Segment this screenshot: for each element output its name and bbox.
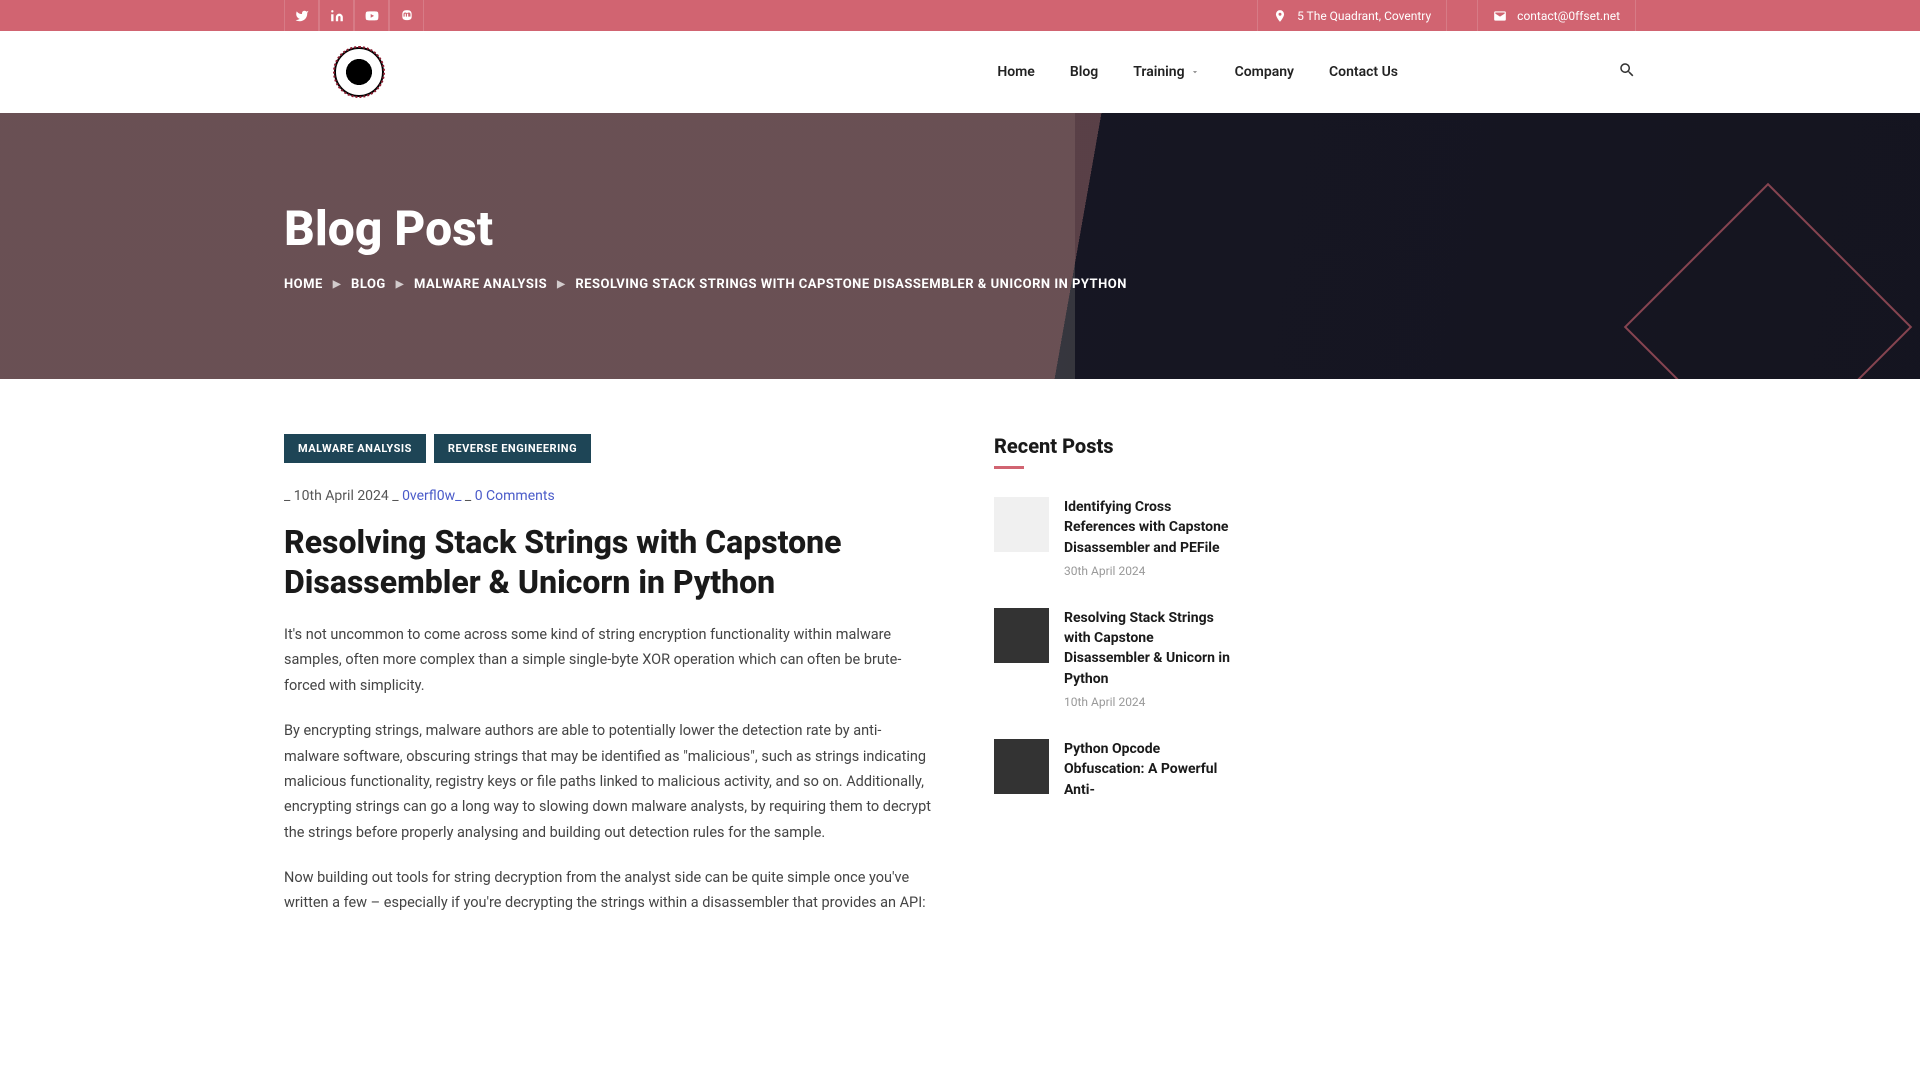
- recent-post: Resolving Stack Strings with Capstone Di…: [994, 608, 1234, 709]
- breadcrumb-sep: ▶: [396, 279, 404, 290]
- search-icon: [1618, 61, 1636, 79]
- logo[interactable]: [334, 47, 384, 97]
- sidebar-title: Recent Posts: [994, 434, 1234, 458]
- breadcrumb-category[interactable]: MALWARE ANALYSIS: [414, 277, 547, 292]
- page-title: Blog Post: [284, 200, 1636, 257]
- hero: Blog Post HOME ▶ BLOG ▶ MALWARE ANALYSIS…: [0, 113, 1920, 379]
- paragraph: By encrypting strings, malware authors a…: [284, 718, 934, 845]
- search-button[interactable]: [1618, 61, 1636, 83]
- article-meta: _ 10th April 2024 _ 0verfl0w_ _ 0 Commen…: [284, 488, 934, 504]
- breadcrumb-sep: ▶: [557, 279, 565, 290]
- breadcrumb: HOME ▶ BLOG ▶ MALWARE ANALYSIS ▶ RESOLVI…: [284, 277, 1636, 292]
- youtube-icon[interactable]: [354, 0, 389, 31]
- sidebar: Recent Posts Identifying Cross Reference…: [994, 434, 1234, 936]
- recent-thumb[interactable]: [994, 497, 1049, 552]
- tag-reverse-engineering[interactable]: REVERSE ENGINEERING: [434, 434, 591, 463]
- location-icon: [1273, 9, 1287, 23]
- mastodon-icon[interactable]: [389, 0, 424, 31]
- breadcrumb-home[interactable]: HOME: [284, 277, 323, 292]
- recent-post: Python Opcode Obfuscation: A Powerful An…: [994, 739, 1234, 806]
- article: MALWARE ANALYSIS REVERSE ENGINEERING _ 1…: [284, 434, 934, 936]
- breadcrumb-sep: ▶: [333, 279, 341, 290]
- meta-comments[interactable]: 0 Comments: [475, 488, 555, 504]
- article-title: Resolving Stack Strings with Capstone Di…: [284, 522, 934, 602]
- recent-content: Identifying Cross References with Capsto…: [1064, 497, 1234, 578]
- breadcrumb-blog[interactable]: BLOG: [351, 277, 386, 292]
- main-content: MALWARE ANALYSIS REVERSE ENGINEERING _ 1…: [0, 379, 1920, 991]
- top-bar-right: 5 The Quadrant, Coventry contact@0ffset.…: [1257, 0, 1636, 31]
- recent-post-date: 30th April 2024: [1064, 564, 1234, 578]
- sidebar-underline: [994, 466, 1024, 469]
- recent-post-date: 10th April 2024: [1064, 695, 1234, 709]
- tag-malware-analysis[interactable]: MALWARE ANALYSIS: [284, 434, 426, 463]
- nav-blog[interactable]: Blog: [1070, 64, 1098, 80]
- nav-home[interactable]: Home: [997, 64, 1035, 80]
- nav-company[interactable]: Company: [1235, 64, 1294, 80]
- nav-training-label: Training: [1133, 64, 1184, 80]
- main-nav: Home Blog Training Company Contact Us: [997, 64, 1398, 80]
- meta-author[interactable]: 0verfl0w_: [402, 488, 461, 504]
- nav-training[interactable]: Training: [1133, 64, 1199, 80]
- article-body: It's not uncommon to come across some ki…: [284, 622, 934, 916]
- recent-content: Python Opcode Obfuscation: A Powerful An…: [1064, 739, 1234, 806]
- email-info[interactable]: contact@0ffset.net: [1477, 0, 1636, 31]
- meta-date: 10th April 2024: [294, 488, 389, 504]
- recent-thumb[interactable]: [994, 608, 1049, 663]
- linkedin-icon[interactable]: [319, 0, 354, 31]
- recent-post-title[interactable]: Resolving Stack Strings with Capstone Di…: [1064, 608, 1234, 689]
- social-icons: [284, 0, 424, 31]
- recent-post-title[interactable]: Python Opcode Obfuscation: A Powerful An…: [1064, 739, 1234, 800]
- paragraph: Now building out tools for string decryp…: [284, 865, 934, 916]
- address-text: 5 The Quadrant, Coventry: [1297, 9, 1431, 23]
- chevron-down-icon: [1190, 67, 1200, 77]
- email-text: contact@0ffset.net: [1517, 9, 1620, 23]
- tags: MALWARE ANALYSIS REVERSE ENGINEERING: [284, 434, 934, 463]
- header: Home Blog Training Company Contact Us: [0, 31, 1920, 113]
- recent-thumb[interactable]: [994, 739, 1049, 794]
- recent-post: Identifying Cross References with Capsto…: [994, 497, 1234, 578]
- recent-post-title[interactable]: Identifying Cross References with Capsto…: [1064, 497, 1234, 558]
- address-info: 5 The Quadrant, Coventry: [1257, 0, 1447, 31]
- recent-content: Resolving Stack Strings with Capstone Di…: [1064, 608, 1234, 709]
- top-bar: 5 The Quadrant, Coventry contact@0ffset.…: [0, 0, 1920, 31]
- breadcrumb-current: RESOLVING STACK STRINGS WITH CAPSTONE DI…: [575, 277, 1127, 292]
- twitter-icon[interactable]: [284, 0, 319, 31]
- paragraph: It's not uncommon to come across some ki…: [284, 622, 934, 698]
- nav-contact[interactable]: Contact Us: [1329, 64, 1398, 80]
- email-icon: [1493, 9, 1507, 23]
